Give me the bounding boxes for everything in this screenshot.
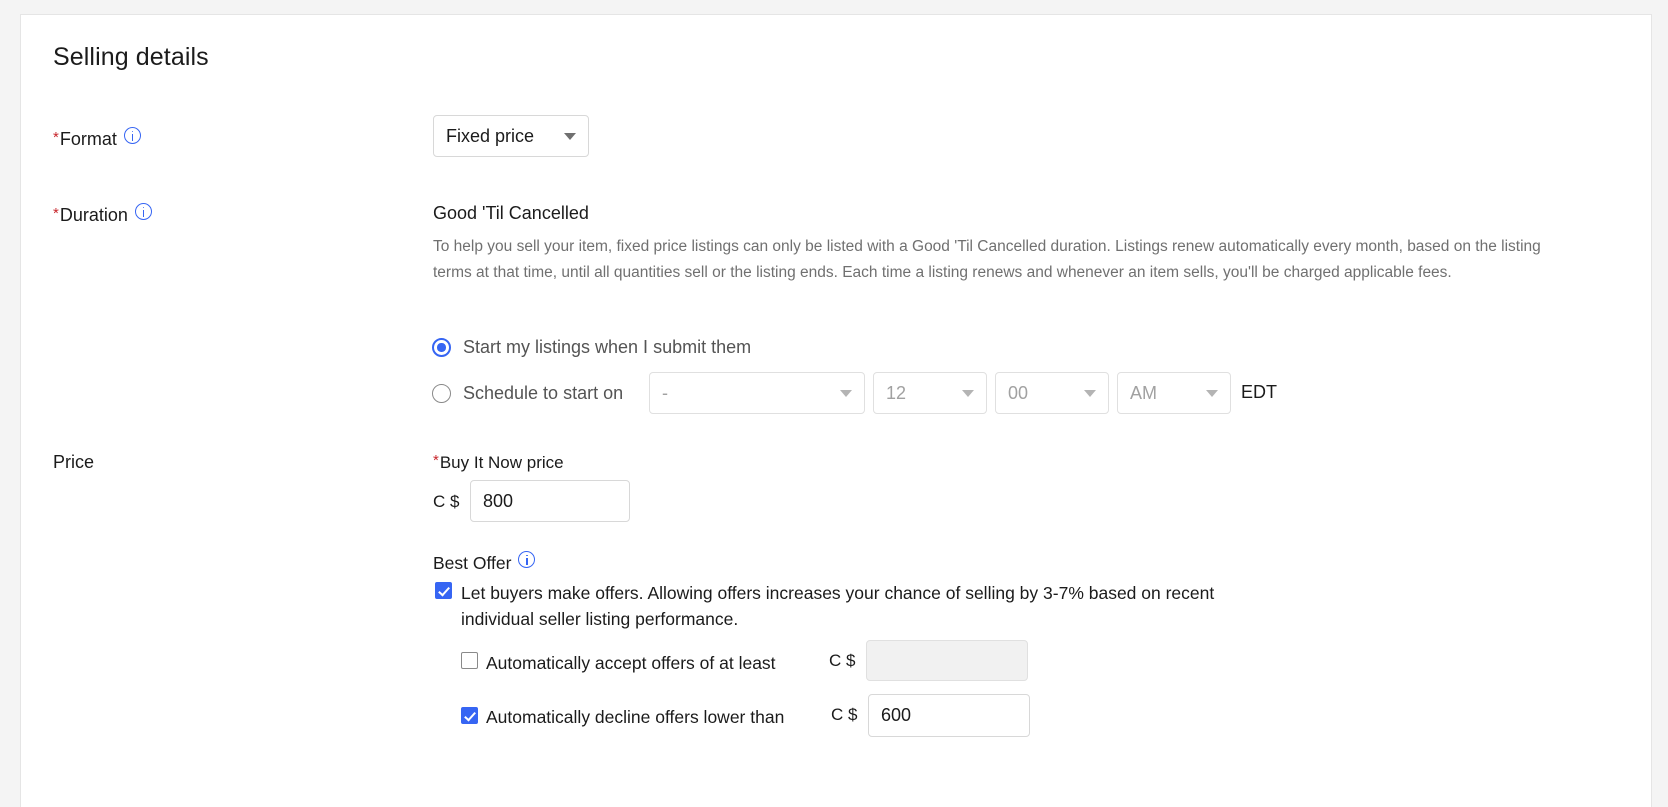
auto-accept-currency: C $ (829, 651, 855, 671)
schedule-hour-value: 12 (886, 383, 952, 404)
schedule-date-value: - (662, 383, 830, 404)
best-offer-label-text: Best Offer (433, 553, 511, 573)
schedule-date-select[interactable]: - (649, 372, 865, 414)
selling-details-card: Selling details *Format Fixed price *Dur… (20, 14, 1652, 807)
start-option-immediate-label[interactable]: Start my listings when I submit them (463, 337, 751, 358)
chevron-down-icon (564, 133, 576, 140)
info-circle-icon[interactable] (518, 551, 535, 568)
buy-it-now-currency: C $ (433, 492, 459, 512)
format-label-text: Format (60, 129, 117, 149)
best-offer-enable-checkbox[interactable] (435, 582, 452, 599)
best-offer-label: Best Offer (433, 551, 535, 574)
format-select[interactable]: Fixed price (433, 115, 589, 157)
duration-heading: Good 'Til Cancelled (433, 203, 589, 224)
required-asterisk: * (433, 452, 439, 469)
selling-details-page: Selling details *Format Fixed price *Dur… (0, 0, 1668, 807)
info-circle-icon[interactable] (135, 203, 152, 220)
chevron-down-icon (840, 390, 852, 397)
chevron-down-icon (1084, 390, 1096, 397)
duration-description: To help you sell your item, fixed price … (433, 234, 1545, 285)
format-select-value: Fixed price (446, 126, 554, 147)
required-asterisk: * (53, 205, 59, 222)
schedule-minute-select[interactable]: 00 (995, 372, 1109, 414)
format-label: *Format (53, 127, 141, 150)
best-offer-enable-label[interactable]: Let buyers make offers. Allowing offers … (461, 581, 1261, 632)
buy-it-now-label: *Buy It Now price (433, 452, 564, 473)
schedule-minute-value: 00 (1008, 383, 1074, 404)
start-option-scheduled-label[interactable]: Schedule to start on (463, 383, 623, 404)
start-option-scheduled[interactable]: Schedule to start on (432, 383, 623, 404)
info-circle-icon[interactable] (124, 127, 141, 144)
page-title: Selling details (53, 43, 209, 72)
auto-decline-currency: C $ (831, 705, 857, 725)
auto-decline-amount-input[interactable] (868, 694, 1030, 737)
price-label: Price (53, 452, 94, 473)
auto-decline-label[interactable]: Automatically decline offers lower than (486, 705, 784, 731)
schedule-timezone-label: EDT (1241, 382, 1277, 403)
buy-it-now-label-text: Buy It Now price (440, 453, 564, 472)
start-option-immediate[interactable]: Start my listings when I submit them (432, 337, 751, 358)
auto-accept-label[interactable]: Automatically accept offers of at least (486, 651, 776, 677)
auto-decline-checkbox[interactable] (461, 707, 478, 724)
chevron-down-icon (962, 390, 974, 397)
schedule-meridiem-value: AM (1130, 383, 1196, 404)
schedule-meridiem-select[interactable]: AM (1117, 372, 1231, 414)
price-label-text: Price (53, 452, 94, 472)
auto-accept-amount-input[interactable] (866, 640, 1028, 681)
duration-label: *Duration (53, 203, 152, 226)
schedule-hour-select[interactable]: 12 (873, 372, 987, 414)
radio-start-now[interactable] (432, 338, 451, 357)
chevron-down-icon (1206, 390, 1218, 397)
radio-schedule[interactable] (432, 384, 451, 403)
buy-it-now-price-input[interactable] (470, 480, 630, 522)
duration-label-text: Duration (60, 205, 128, 225)
required-asterisk: * (53, 129, 59, 146)
auto-accept-checkbox[interactable] (461, 652, 478, 669)
